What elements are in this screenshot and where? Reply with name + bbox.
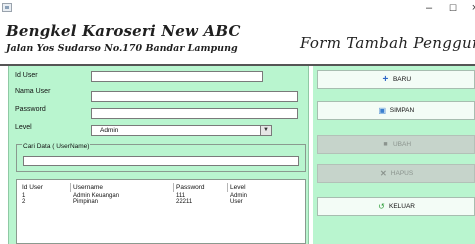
brand-address: Jalan Yos Sudarso No.170 Bandar Lampung	[6, 43, 238, 54]
simpan-button-label: SIMPAN	[389, 107, 415, 114]
hapus-button-label: HAPUS	[390, 170, 414, 177]
column-header-username[interactable]: Username	[71, 183, 174, 192]
baru-button-label: BARU	[392, 76, 412, 83]
maximize-button[interactable]: ☐	[445, 1, 461, 16]
cell-level: User	[230, 199, 243, 205]
level-label: Level	[15, 124, 32, 131]
keluar-button[interactable]: ↺ KELUAR	[317, 197, 475, 216]
password-input[interactable]	[91, 108, 298, 119]
search-legend: Cari Data ( UserName)	[22, 143, 91, 150]
search-input[interactable]	[23, 156, 299, 166]
level-selected-value: Admin	[100, 127, 119, 134]
id-user-input[interactable]	[91, 71, 263, 82]
back-arrow-icon: ↺	[378, 202, 385, 211]
password-label: Password	[15, 106, 46, 113]
chevron-down-icon[interactable]: ▼	[260, 126, 271, 135]
ubah-button[interactable]: ■ UBAH	[317, 135, 475, 154]
delete-icon: ✕	[379, 169, 387, 178]
ubah-button-label: UBAH	[392, 141, 412, 148]
header-banner: Bengkel Karoseri New ABC Jalan Yos Sudar…	[0, 18, 475, 65]
nama-user-input[interactable]	[91, 91, 298, 102]
column-header-password[interactable]: Password	[174, 183, 228, 192]
window-title-bar: – ☐ ×	[0, 0, 475, 18]
form-title: Form Tambah Pengguna	[300, 34, 475, 52]
column-header-id-user[interactable]: Id User	[20, 183, 71, 192]
app-icon	[2, 3, 12, 12]
button-panel: + BARU ▣ SIMPAN ■ UBAH ✕ HAPUS ↺ KELUAR	[313, 66, 475, 244]
brand-title: Bengkel Karoseri New ABC	[6, 22, 241, 40]
user-table: Id User Username Password Level 1 Admin …	[16, 179, 306, 244]
search-group: Cari Data ( UserName)	[16, 143, 306, 172]
table-row[interactable]: 2 Pimpinan 22211 User	[17, 199, 305, 205]
simpan-button[interactable]: ▣ SIMPAN	[317, 101, 475, 120]
cell-password: 22211	[176, 199, 193, 205]
keluar-button-label: KELUAR	[388, 203, 415, 210]
column-header-level[interactable]: Level	[228, 183, 270, 192]
nama-user-label: Nama User	[15, 88, 51, 95]
id-user-label: Id User	[15, 72, 38, 79]
cell-id-user: 2	[22, 199, 26, 205]
level-select[interactable]: Admin ▼	[91, 125, 272, 136]
baru-button[interactable]: + BARU	[317, 70, 475, 89]
close-button[interactable]: ×	[467, 1, 475, 16]
save-icon: ▣	[378, 106, 387, 115]
minimize-button[interactable]: –	[421, 1, 437, 16]
table-header: Id User Username Password Level	[17, 183, 305, 192]
hapus-button[interactable]: ✕ HAPUS	[317, 164, 475, 183]
cell-username: Pimpinan	[73, 199, 99, 205]
edit-icon: ■	[383, 141, 388, 148]
form-panel: Id User Nama User Password Level Admin ▼…	[8, 66, 309, 244]
plus-icon: +	[382, 74, 389, 85]
